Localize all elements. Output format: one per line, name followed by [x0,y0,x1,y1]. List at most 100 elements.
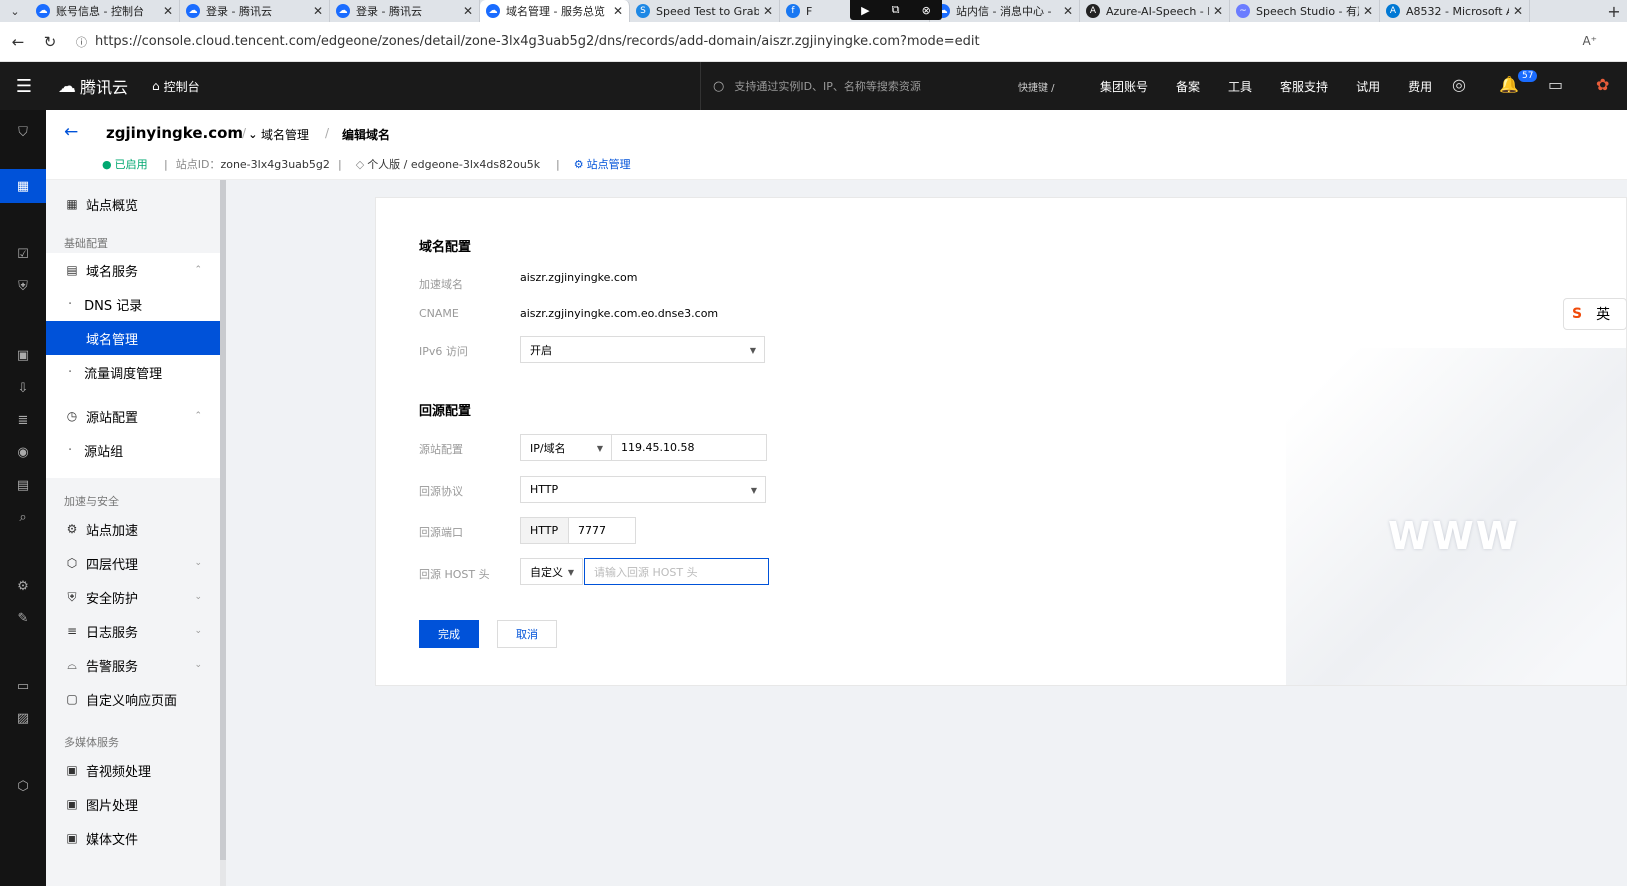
protocol-select[interactable]: HTTP ▼ [520,476,766,503]
browser-tab[interactable]: ☁ 站内信 - 消息中心 - ✕ [930,0,1080,22]
close-tab-icon[interactable]: ✕ [463,4,473,18]
ipv6-select[interactable]: 开启 ▼ [520,336,765,363]
nav-tools[interactable]: 工具 [1228,78,1252,95]
pulse-icon[interactable]: ◉ [13,442,33,462]
read-aloud-icon[interactable]: A⁺ [1582,34,1597,48]
check-doc-icon[interactable]: ☑ [13,244,33,264]
host-type-select[interactable]: 自定义 ▼ [520,558,583,585]
reload-icon[interactable]: ↻ [36,28,64,56]
sidebar-item-alarm[interactable]: ⌓ 告警服务 ⌄ [46,648,220,682]
avatar[interactable]: ✿ [1596,75,1609,94]
close-tab-icon[interactable]: ✕ [163,4,173,18]
caret-down-icon: ▼ [567,568,574,577]
sidebar-item-origin-config[interactable]: ◷ 源站配置 ⌃ [46,399,220,433]
caret-down-icon: ▼ [750,486,757,495]
site-header: ← zgjinyingke.com ⌄ / 域名管理 / 编辑域名 ● 已启用 |… [46,110,1627,180]
browser-tab[interactable]: ~ Speech Studio - 有声 ✕ [1230,0,1380,22]
sidebar-item-custom-page[interactable]: ▢ 自定义响应页面 [46,682,220,716]
plugin-icon[interactable]: ⬡ [13,776,33,796]
download-icon[interactable]: ⇩ [13,378,33,398]
browser-tab[interactable]: S Speed Test to Grab M ✕ [630,0,780,22]
sidebar-item-overview[interactable]: ▦ 站点概览 [46,187,220,221]
browser-tab[interactable]: ☁ 账号信息 - 控制台 ✕ [30,0,180,22]
brand-name: 腾讯云 [80,78,129,97]
picture-in-picture-icon[interactable]: ⧉ [892,3,900,17]
site-manage-link[interactable]: | ⚙ 站点管理 [556,156,631,172]
list-icon[interactable]: ≣ [13,410,33,430]
nav-trial[interactable]: 试用 [1356,78,1380,95]
close-tab-icon[interactable]: ✕ [1213,4,1223,18]
edgeone-shield-icon[interactable]: ⛉ [13,122,33,142]
cancel-button[interactable]: 取消 [497,620,557,648]
inbox-icon[interactable]: ▭ [1548,75,1563,94]
sidebar-item-image[interactable]: ▣ 图片处理 [46,787,220,821]
breadcrumb-domain-manage[interactable]: 域名管理 [261,126,309,143]
site-name: zgjinyingke.com [106,124,244,142]
nav-filing[interactable]: 备案 [1176,78,1200,95]
shield-check-icon[interactable]: ⛨ [13,276,33,296]
ime-toolbar[interactable]: S英 [1563,298,1627,330]
new-tab-button[interactable]: + [1601,0,1627,22]
search-icon[interactable]: ⌕ [13,507,33,527]
settings-doc-icon[interactable]: ⚙ [13,576,33,596]
sidebar-item-domain-service[interactable]: ▤ 域名服务 ⌃ [46,253,220,287]
host-header-input[interactable]: 请输入回源 HOST 头 [584,558,769,585]
sidebar-item-media-file[interactable]: ▣ 媒体文件 [46,821,220,855]
back-arrow-icon[interactable]: ← [4,28,32,56]
ime-language-toggle[interactable]: 英 [1596,304,1610,324]
sidebar-item-av[interactable]: ▣ 音视频处理 [46,753,220,787]
browser-tab[interactable]: ☁ 登录 - 腾讯云 ✕ [180,0,330,22]
sidebar-item-origin-group[interactable]: · 源站组 [46,433,220,467]
monitor-icon[interactable]: ▣ [13,345,33,365]
origin-type-select[interactable]: IP/域名 ▼ [520,434,612,461]
nav-support[interactable]: 客服支持 [1280,78,1328,95]
origin-address-input[interactable]: 119.45.10.58 [611,434,767,461]
sidebar-item-label: 站点加速 [86,523,139,539]
close-tab-icon[interactable]: ✕ [1063,4,1073,18]
port-input[interactable]: 7777 [568,517,636,544]
global-search-input[interactable]: ○ 支持通过实例ID、IP、名称等搜索资源 [700,62,1060,110]
close-tab-icon[interactable]: ✕ [763,4,773,18]
close-tab-icon[interactable]: ✕ [313,4,323,18]
done-button[interactable]: 完成 [419,620,479,648]
console-home-link[interactable]: ⌂ 控制台 [152,78,200,95]
close-overlay-icon[interactable]: ⊗ [922,4,931,17]
browser-tab-active[interactable]: ☁ 域名管理 - 服务总览 ✕ [480,0,630,22]
close-tab-icon[interactable]: ✕ [1513,4,1523,18]
back-arrow-icon[interactable]: ← [64,122,78,142]
plan-diamond-icon: ◇ [355,157,365,171]
sidebar-item-site-accel[interactable]: ⚙ 站点加速 [46,512,220,546]
browser-tab[interactable]: ☁ 登录 - 腾讯云 ✕ [330,0,480,22]
sidebar-item-log[interactable]: ≡ 日志服务 ⌄ [46,614,220,648]
cname-value: aiszr.zgjinyingke.com.eo.dnse3.com [520,307,719,320]
image-icon[interactable]: ▨ [13,708,33,728]
help-compass-icon[interactable]: ◎ [1452,75,1466,94]
tencent-cloud-logo[interactable]: ☁ 腾讯云 [58,74,128,98]
port-value: 7777 [578,524,606,537]
play-icon[interactable]: ▶ [861,4,869,17]
tab-list-chevron-icon[interactable]: ⌄ [0,0,30,22]
sidebar-item-security[interactable]: ⛨ 安全防护 ⌄ [46,580,220,614]
edit-doc-icon[interactable]: ✎ [13,608,33,628]
nav-billing[interactable]: 费用 [1408,78,1432,95]
sidebar-item-l4-proxy[interactable]: ⬡ 四层代理 ⌄ [46,546,220,580]
menu-hamburger-icon[interactable]: ☰ [0,62,48,110]
message-icon[interactable]: ▭ [13,676,33,696]
dashboard-grid-icon[interactable]: ▦ [0,169,46,203]
nav-group-account[interactable]: 集团账号 [1100,78,1148,95]
sidebar-item-dns[interactable]: · DNS 记录 [46,287,220,321]
sidebar-item-traffic[interactable]: · 流量调度管理 [46,355,220,389]
close-tab-icon[interactable]: ✕ [1363,4,1373,18]
url-field[interactable]: ⓘ https://console.cloud.tencent.com/edge… [76,34,980,50]
sidebar-item-domain-manage[interactable]: 域名管理 [46,321,220,355]
ip-icon[interactable]: ▤ [13,475,33,495]
site-info-icon[interactable]: ⓘ [76,34,87,50]
log-list-icon: ≡ [66,624,78,638]
close-tab-icon[interactable]: ✕ [613,4,623,18]
site-name-dropdown[interactable]: zgjinyingke.com ⌄ [106,124,258,142]
browser-tab[interactable]: A A8532 - Microsoft Az ✕ [1380,0,1530,22]
accel-domain-label: 加速域名 [419,278,463,291]
notification-bell-icon[interactable]: 🔔 [1499,75,1519,94]
shield-icon: ⛨ [67,589,77,604]
browser-tab[interactable]: A Azure-AI-Speech - M ✕ [1080,0,1230,22]
